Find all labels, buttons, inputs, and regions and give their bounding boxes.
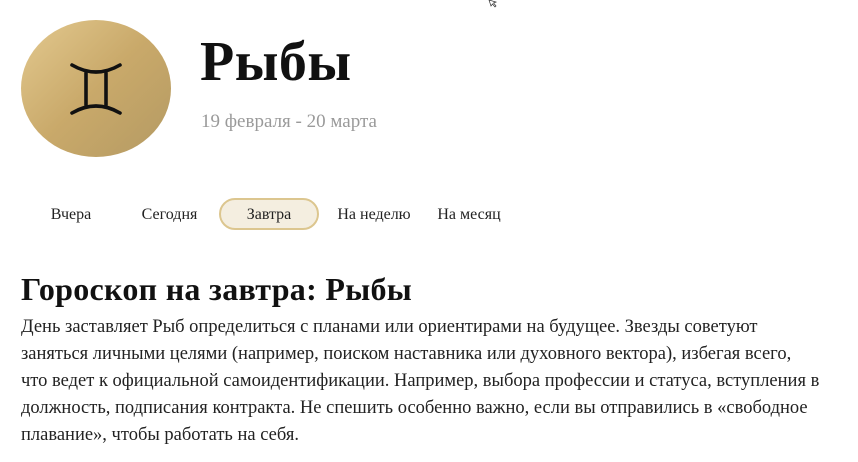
sign-title: Рыбы (200, 31, 352, 93)
tab-week[interactable]: На неделю (319, 198, 429, 230)
zodiac-glyph-icon (70, 62, 122, 115)
tab-today[interactable]: Сегодня (120, 198, 219, 230)
period-tabs: Вчера Сегодня Завтра На неделю На месяц (22, 198, 509, 230)
tab-month[interactable]: На месяц (429, 198, 509, 230)
mouse-cursor-icon (488, 0, 498, 8)
zodiac-sign-badge (21, 20, 171, 157)
sign-dates: 19 февраля - 20 марта (201, 111, 377, 132)
horoscope-title: Гороскоп на завтра: Рыбы (21, 271, 413, 307)
horoscope-text: День заставляет Рыб определиться с плана… (21, 317, 820, 445)
tab-yesterday[interactable]: Вчера (22, 198, 120, 230)
tab-tomorrow[interactable]: Завтра (219, 198, 319, 230)
